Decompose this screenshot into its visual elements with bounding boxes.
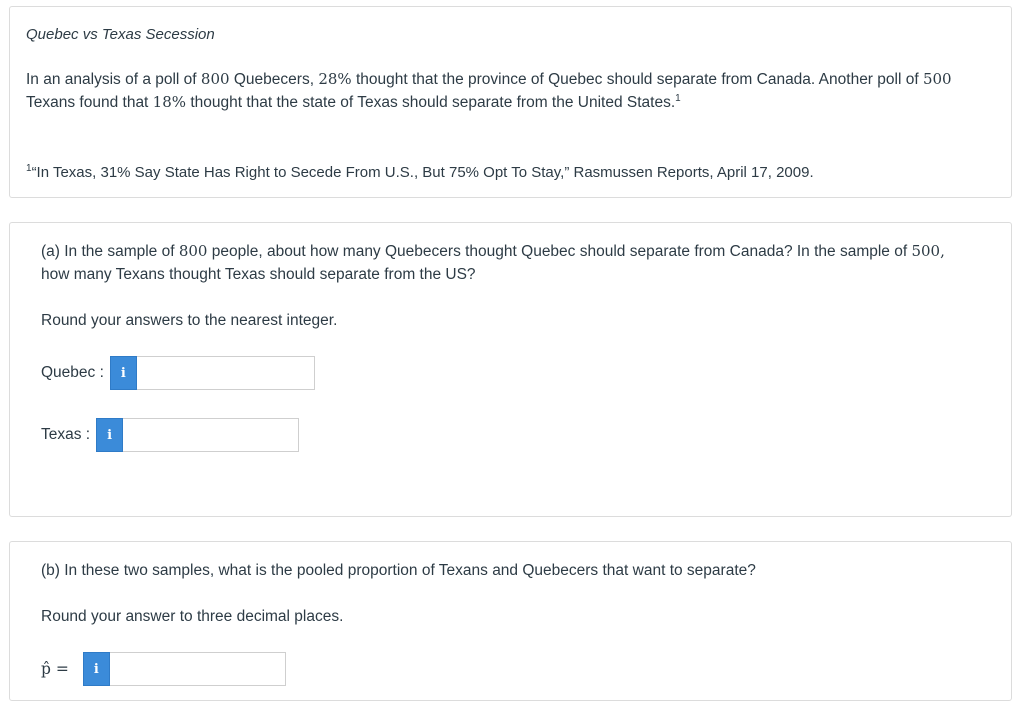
quebec-answer-row: Quebec : i: [41, 356, 315, 390]
part-b-question: (b) In these two samples, what is the po…: [41, 562, 756, 579]
intro-card: Quebec vs Texas Secession In an analysis…: [9, 6, 1012, 198]
p-hat-answer-input[interactable]: [109, 652, 286, 686]
problem-title: Quebec vs Texas Secession: [26, 26, 215, 43]
problem-statement: In an analysis of a poll of 800 Quebecer…: [26, 70, 952, 111]
footnote: 1“In Texas, 31% Say State Has Right to S…: [26, 163, 814, 182]
p-hat-answer-row: p̂ = i: [41, 652, 286, 686]
quebec-answer-input[interactable]: [136, 356, 315, 390]
part-b-rounding-note: Round your answer to three decimal place…: [41, 608, 344, 625]
texas-label: Texas :: [41, 426, 91, 443]
part-a-card: (a) In the sample of 800 people, about h…: [9, 222, 1012, 517]
texas-answer-row: Texas : i: [41, 418, 300, 452]
part-b-card: (b) In these two samples, what is the po…: [9, 541, 1012, 701]
footnote-marker: 1: [675, 93, 681, 104]
part-a-question: (a) In the sample of 800 people, about h…: [41, 242, 945, 283]
info-icon[interactable]: i: [96, 418, 124, 452]
info-icon[interactable]: i: [82, 652, 110, 686]
info-icon[interactable]: i: [109, 356, 137, 390]
part-a-rounding-note: Round your answers to the nearest intege…: [41, 312, 338, 329]
texas-answer-input[interactable]: [123, 418, 300, 452]
quebec-label: Quebec :: [41, 364, 104, 381]
p-hat-label: p̂ =: [41, 660, 69, 678]
